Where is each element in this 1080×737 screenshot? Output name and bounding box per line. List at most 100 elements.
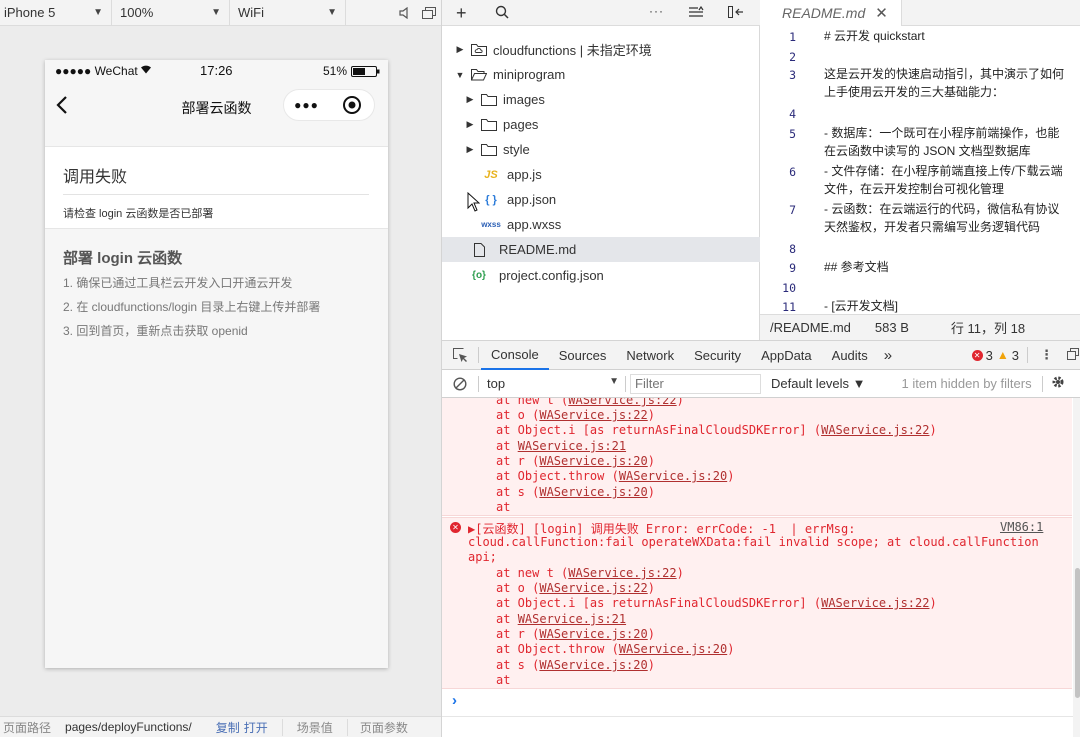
more-icon[interactable]: ●●● [284, 98, 329, 112]
status-file-size: 583 B [874, 320, 909, 335]
stack-frame[interactable]: at o (WAService.js:22) [496, 408, 655, 422]
stack-frame[interactable]: at r (WAService.js:20) [496, 454, 655, 468]
console-filter-input[interactable] [630, 373, 761, 394]
add-icon[interactable]: + [456, 3, 467, 24]
status-file-path: /README.md [770, 320, 851, 335]
tree-item-readme[interactable]: README.md [442, 237, 760, 262]
page-params-button[interactable]: 页面参数 [346, 718, 408, 736]
stack-frame[interactable]: at new t (WAService.js:22) [496, 398, 684, 407]
stack-frame[interactable]: at s (WAService.js:20) [496, 658, 655, 672]
stack-frame[interactable]: at Object.i [as returnAsFinalCloudSDKErr… [496, 596, 937, 610]
console-input-spacer[interactable] [442, 716, 1073, 737]
device-select[interactable]: iPhone 5 ▼ [0, 0, 112, 26]
tree-item-label: app.wxss [507, 217, 562, 232]
tree-item-images[interactable]: ▶ images [442, 87, 760, 112]
kebab-menu-icon[interactable]: ⋮ [1040, 347, 1053, 363]
volume-icon[interactable] [393, 0, 417, 26]
console-prompt[interactable]: › [452, 692, 457, 709]
dock-toggle-icon[interactable] [728, 5, 744, 22]
stack-frame[interactable]: at new t (WAService.js:22) [496, 566, 684, 580]
clear-console-icon[interactable] [442, 376, 478, 391]
chevron-down-icon: ▼ [609, 376, 619, 387]
more-options-icon[interactable]: ··· [649, 4, 664, 18]
tree-item-pages[interactable]: ▶ pages [442, 112, 760, 137]
stack-frame[interactable]: at WAService.js:21 [496, 612, 626, 626]
warning-icon: ▲ [996, 348, 1009, 362]
page-path-value: pages/deployFunctions/ [65, 720, 192, 734]
tree-item-miniprogram[interactable]: ▼ miniprogram [442, 62, 760, 87]
capsule-menu: ●●● [283, 89, 375, 121]
network-select[interactable]: WiFi ▼ [230, 0, 346, 26]
tab-audits[interactable]: Audits [822, 341, 878, 370]
battery-icon [351, 66, 381, 80]
devtools-panel: Console Sources Network Security AppData… [442, 340, 1080, 737]
tab-network[interactable]: Network [616, 341, 684, 370]
chevron-right-icon: ▶ [466, 144, 474, 154]
copy-path-link[interactable]: 复制 [216, 719, 240, 736]
scene-value-button[interactable]: 场景值 [281, 718, 333, 736]
error-counter[interactable]: ✕ 3 [971, 347, 993, 363]
tree-item-label: images [503, 92, 545, 107]
tab-console[interactable]: Console [481, 341, 549, 370]
search-icon[interactable] [495, 5, 509, 22]
dock-side-icon[interactable] [1067, 347, 1079, 363]
more-tabs-button[interactable]: » [878, 341, 898, 370]
tree-item-app-js[interactable]: JS app.js [442, 162, 760, 187]
stack-frame[interactable]: at WAService.js:21 [496, 439, 626, 453]
tree-item-label: project.config.json [499, 268, 604, 283]
error-count: 3 [985, 347, 993, 363]
tree-item-cloudfunctions[interactable]: ▶ cloudfunctions | 未指定环境 [442, 37, 760, 62]
guide-step: 3. 回到首页，重新点击获取 openid [63, 324, 248, 338]
console-scrollbar-thumb[interactable] [1075, 568, 1080, 698]
tree-item-label: pages [503, 117, 539, 132]
line-number: 1 [789, 30, 796, 44]
error-title: 调用失败 [63, 169, 128, 186]
open-path-link[interactable]: 打开 [244, 719, 268, 736]
detach-window-icon[interactable] [417, 0, 441, 26]
close-icon[interactable]: ✕ [875, 4, 888, 22]
tab-security[interactable]: Security [684, 341, 751, 370]
tab-sources[interactable]: Sources [549, 341, 617, 370]
tree-item-style[interactable]: ▶ style [442, 137, 760, 162]
tab-appdata[interactable]: AppData [751, 341, 822, 370]
device-select-label: iPhone 5 [4, 5, 56, 20]
console-error-entry: ✕ ▶[云函数] [login] 调用失败 Error: errCode: -1… [442, 517, 1072, 689]
guide-step: 2. 在 cloudfunctions/login 目录上右键上传并部署 [63, 300, 321, 314]
tree-item-label: app.js [507, 167, 542, 182]
warning-counter[interactable]: ▲ 3 [997, 348, 1019, 363]
zoom-select[interactable]: 100% ▼ [112, 0, 230, 26]
console-settings-icon[interactable] [1051, 375, 1065, 392]
battery-percent: 51% [323, 64, 348, 78]
wifi-icon [140, 63, 152, 77]
stack-frame[interactable]: at o (WAService.js:22) [496, 581, 655, 595]
line-number: 5 [789, 127, 796, 141]
code-line: # 云开发 quickstart [824, 29, 925, 43]
chevron-right-icon: ▶ [456, 44, 464, 54]
inspect-element-icon[interactable] [442, 347, 478, 363]
log-levels-select[interactable]: Default levels ▼ [771, 376, 866, 391]
stack-frame[interactable]: at s (WAService.js:20) [496, 485, 655, 499]
tree-item-project-config[interactable]: {o} project.config.json [442, 263, 760, 288]
error-icon: ✕ [450, 522, 461, 533]
status-cursor-position: 行 11，列 18 [950, 321, 1026, 336]
close-miniprogram-icon[interactable] [329, 95, 374, 115]
tree-item-app-json[interactable]: { } app.json [442, 187, 760, 212]
stack-frame[interactable]: at r (WAService.js:20) [496, 627, 655, 641]
chevron-down-icon: ▼ [327, 7, 337, 18]
stack-frame[interactable]: at Object.throw (WAService.js:20) [496, 642, 734, 656]
divider [63, 194, 369, 195]
code-line: - 数据库：一个既可在小程序前端操作，也能在云函数中读写的 JSON 文档型数据… [824, 126, 1060, 158]
stack-frame[interactable]: at Object.throw (WAService.js:20) [496, 469, 734, 483]
line-number: 4 [789, 107, 796, 121]
collapse-all-icon[interactable] [688, 5, 704, 21]
error-source-link[interactable]: VM86:1 [1000, 520, 1043, 534]
code-line: - 云函数：在云端运行的代码，微信私有协议天然鉴权，开发者只需编写业务逻辑代码 [824, 202, 1060, 234]
code-line: 这是云开发的快速启动指引，其中演示了如何上手使用云开发的三大基础能力： [824, 67, 1065, 99]
context-select[interactable]: top ▼ [479, 376, 625, 391]
tab-readme[interactable]: README.md ✕ [760, 0, 902, 26]
simulator-pane: iPhone 5 ▼ 100% ▼ WiFi ▼ ●●●●● WeChat 17… [0, 0, 441, 737]
editor-status-bar: /README.md 583 B 行 11，列 18 [760, 314, 1080, 340]
error-message-cont: cloud.callFunction:fail operateWXData:fa… [468, 535, 1039, 549]
tree-item-app-wxss[interactable]: wxss app.wxss [442, 212, 760, 237]
stack-frame[interactable]: at Object.i [as returnAsFinalCloudSDKErr… [496, 423, 937, 437]
